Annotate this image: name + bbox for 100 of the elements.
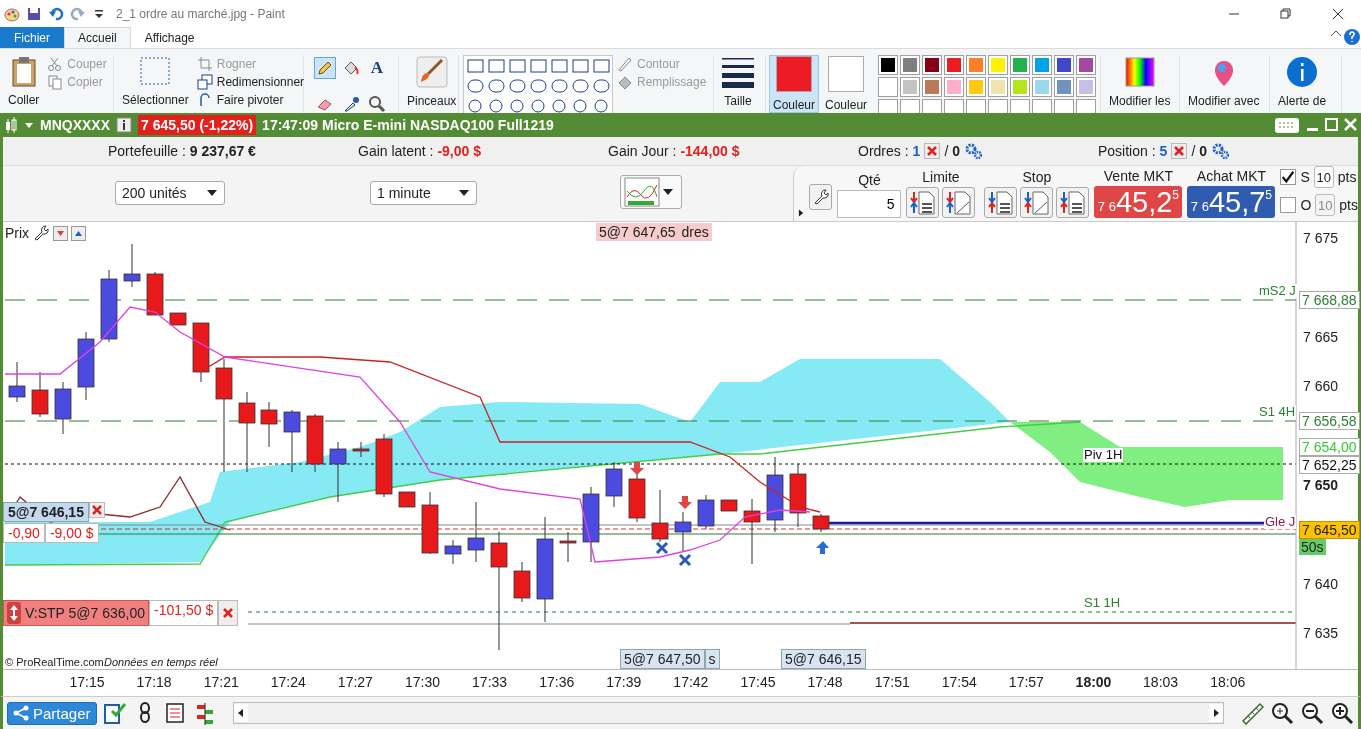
palette-swatch[interactable] bbox=[1076, 55, 1097, 75]
redo-icon[interactable] bbox=[70, 5, 86, 22]
brushes-button[interactable]: Pinceaux bbox=[403, 55, 461, 113]
gears-icon[interactable] bbox=[1211, 142, 1230, 160]
palette-swatch[interactable] bbox=[878, 55, 899, 75]
indicator-button[interactable] bbox=[620, 175, 682, 209]
palette-swatch[interactable] bbox=[1032, 77, 1053, 97]
palette-swatch[interactable] bbox=[1032, 55, 1053, 75]
share-icon bbox=[13, 705, 29, 721]
quantity-field[interactable]: 5 bbox=[837, 190, 902, 218]
share-button[interactable]: Partager bbox=[7, 701, 97, 725]
ribbon-command[interactable]: Faire pivoter bbox=[196, 92, 305, 107]
close-icon[interactable] bbox=[1344, 118, 1357, 132]
scrollbar[interactable] bbox=[232, 702, 1224, 724]
time-tick: 17:27 bbox=[337, 674, 373, 690]
candlestick bbox=[605, 461, 623, 508]
color-button[interactable]: Couleur bbox=[769, 55, 820, 113]
level-label: Piv 1H bbox=[1083, 448, 1124, 462]
candlestick bbox=[31, 371, 49, 418]
color-button[interactable]: Couleur bbox=[821, 55, 872, 113]
zoom-in-icon[interactable] bbox=[1330, 701, 1354, 725]
palette-swatch[interactable] bbox=[922, 77, 943, 97]
candlestick bbox=[146, 271, 164, 316]
dropdown[interactable]: 1 minute bbox=[370, 181, 477, 205]
close-all-button[interactable] bbox=[1171, 143, 1188, 159]
palette-swatch[interactable] bbox=[1010, 55, 1031, 75]
caret-icon[interactable] bbox=[24, 120, 34, 130]
position-tag[interactable]: 5@7 646,15 bbox=[3, 502, 89, 522]
points-field[interactable]: 10 bbox=[1313, 166, 1334, 188]
stop-order-button[interactable] bbox=[984, 187, 1018, 218]
cancel-order-button[interactable] bbox=[218, 600, 239, 626]
edit-colors-button[interactable]: Modifier les bbox=[1105, 55, 1175, 113]
info-icon bbox=[1286, 56, 1319, 88]
checkbox[interactable] bbox=[1280, 169, 1297, 185]
palette-swatch[interactable] bbox=[988, 77, 1009, 97]
palette-swatch[interactable] bbox=[1076, 77, 1097, 97]
info-icon[interactable] bbox=[116, 117, 132, 133]
wrench-icon[interactable] bbox=[32, 224, 51, 242]
stop-order-button[interactable] bbox=[1020, 187, 1054, 218]
ruler-icon[interactable] bbox=[1240, 701, 1264, 725]
checklist-icon[interactable] bbox=[102, 701, 127, 725]
candles-icon[interactable] bbox=[4, 117, 18, 133]
tool-button[interactable] bbox=[366, 93, 388, 113]
close-all-button[interactable] bbox=[924, 143, 941, 159]
save-icon[interactable] bbox=[26, 5, 42, 22]
zoom-out-icon[interactable] bbox=[1300, 701, 1324, 725]
maximize-icon[interactable] bbox=[1325, 118, 1338, 132]
settings-button[interactable] bbox=[809, 184, 833, 210]
ribbon-tab[interactable]: Affichage bbox=[130, 27, 209, 48]
paint3d-button[interactable]: Modifier avec bbox=[1184, 55, 1264, 113]
shape-gallery[interactable] bbox=[463, 55, 613, 113]
scroll-down-icon[interactable] bbox=[53, 225, 69, 241]
price-label: Prix bbox=[5, 225, 30, 241]
stop-order-tag[interactable]: V:STP 5@7 636,00 bbox=[3, 600, 150, 626]
candlestick bbox=[77, 331, 95, 401]
limit-order-button[interactable] bbox=[942, 187, 976, 218]
trade-tag[interactable]: 5@7 647,50 bbox=[620, 649, 705, 669]
palette-swatch[interactable] bbox=[900, 55, 921, 75]
time-tick: 17:51 bbox=[874, 674, 910, 690]
undo-icon[interactable] bbox=[48, 5, 64, 22]
palette-swatch[interactable] bbox=[1010, 77, 1031, 97]
paste-button[interactable]: Coller bbox=[4, 55, 44, 113]
price-tick: 7 640 bbox=[1303, 576, 1339, 592]
candlestick bbox=[192, 322, 210, 383]
size-button[interactable]: Taille bbox=[718, 55, 758, 113]
tool-button[interactable] bbox=[314, 57, 336, 79]
palette-swatch[interactable] bbox=[878, 77, 899, 97]
gears-icon[interactable] bbox=[964, 142, 983, 160]
selection-icon bbox=[139, 56, 172, 87]
separator: / bbox=[1191, 143, 1196, 159]
palette-swatch[interactable] bbox=[1054, 55, 1075, 75]
ribbon-tab[interactable]: Fichier bbox=[0, 27, 64, 48]
zoom-fit-icon[interactable] bbox=[1270, 701, 1294, 725]
alert-button[interactable]: Alerte de bbox=[1274, 55, 1331, 113]
expand-icon[interactable] bbox=[798, 208, 805, 218]
order-tag[interactable]: 5@7 647,65 bbox=[596, 223, 679, 241]
scroll-up-icon[interactable] bbox=[71, 225, 87, 241]
palette-swatch[interactable] bbox=[988, 55, 1009, 75]
tool-button[interactable]: A bbox=[366, 57, 388, 79]
palette-swatch[interactable] bbox=[900, 77, 921, 97]
ribbon-tab[interactable]: Accueil bbox=[64, 27, 131, 48]
palette-swatch[interactable] bbox=[966, 55, 987, 75]
dropdown[interactable]: 200 unités bbox=[115, 181, 225, 205]
select-button[interactable]: Sélectionner bbox=[118, 55, 193, 113]
palette-swatch[interactable] bbox=[944, 55, 965, 75]
ribbon-command[interactable]: Redimensionner bbox=[196, 74, 305, 89]
palette-swatch[interactable] bbox=[944, 77, 965, 97]
order-type-icon bbox=[909, 189, 936, 216]
palette-swatch[interactable] bbox=[966, 77, 987, 97]
trade-tag[interactable]: 5@7 646,15 bbox=[781, 649, 866, 669]
candlestick bbox=[651, 489, 669, 543]
help-icon[interactable] bbox=[1343, 27, 1361, 48]
paint-bucket-icon bbox=[342, 59, 360, 77]
candlestick bbox=[628, 471, 646, 523]
keyboard-icon[interactable] bbox=[1274, 115, 1300, 135]
order-type-icon bbox=[945, 189, 972, 216]
palette-swatch[interactable] bbox=[1054, 77, 1075, 97]
palette-swatch[interactable] bbox=[922, 55, 943, 75]
limit-order-button[interactable] bbox=[906, 187, 940, 218]
stop-order-button[interactable] bbox=[1056, 187, 1090, 218]
